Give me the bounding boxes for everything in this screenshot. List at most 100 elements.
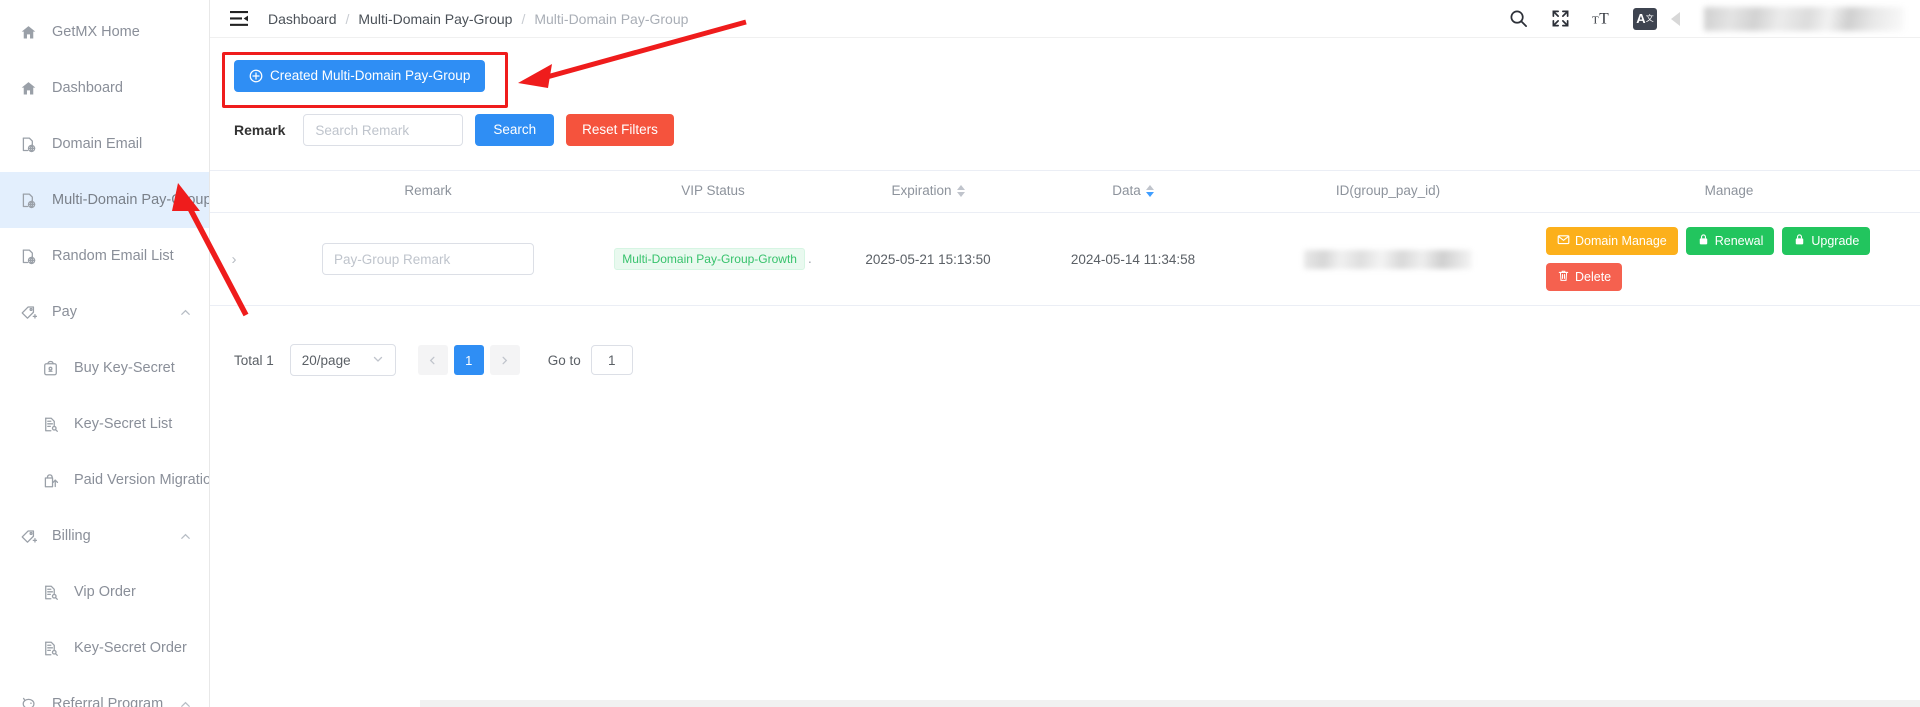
column-header-manage: Manage [1538,170,1920,213]
sidebar-item-buy-key-secret[interactable]: Buy Key-Secret [0,340,209,396]
sidebar-item-domain-email[interactable]: Domain Email [0,116,209,172]
sidebar-item-key-secret-list[interactable]: Key-Secret List [0,396,209,452]
app-root: GetMX Home Dashboard Domain Email Multi-Dom… [0,0,1920,707]
pagination-prev-button[interactable] [417,345,448,375]
sidebar-item-dashboard[interactable]: Dashboard [0,60,209,116]
domain-globe-icon [18,190,38,210]
sidebar-item-label: Vip Order [74,584,136,600]
action-label: Upgrade [1811,233,1860,248]
breadcrumb-item[interactable]: Multi-Domain Pay-Group [358,11,512,27]
sidebar-item-label: Dashboard [52,80,123,96]
create-multi-domain-pay-group-button[interactable]: Created Multi-Domain Pay-Group [234,60,486,92]
breadcrumb-item: Multi-Domain Pay-Group [534,10,689,27]
sidebar-item-getmx-home[interactable]: GetMX Home [0,4,209,60]
column-header-label: ID(group_pay_id) [1335,183,1441,198]
plus-circle-icon [249,69,263,83]
language-switch-button[interactable]: A文 [1633,7,1657,30]
user-panel-caret-icon [1671,11,1680,26]
table-body: › Multi-Domain Pay-Group-Growth. 2025-05… [210,212,1920,306]
action-upgrade-button[interactable]: Upgrade [1782,227,1871,255]
sidebar: GetMX Home Dashboard Domain Email Multi-Dom… [0,0,210,707]
action-label: Renewal [1714,233,1764,248]
sidebar-item-label: Multi-Domain Pay-Group [52,192,210,208]
trash-icon [1557,269,1575,285]
row-expand-cell: › [210,212,258,306]
page-size-select[interactable]: 20/page [289,344,396,376]
action-domain-manage-button[interactable]: Domain Manage [1546,227,1678,255]
sort-indicator-data[interactable] [1145,185,1154,198]
column-header-id: ID(group_pay_id) [1238,170,1538,213]
search-remark-input[interactable] [303,114,464,146]
main-area: Dashboard / Multi-Domain Pay-Group / Multi-D… [210,0,1920,707]
language-letter: A [1636,11,1646,26]
sidebar-item-referral-program[interactable]: Referral Program [0,676,209,707]
piggy-bank-icon [18,694,38,707]
action-delete-button[interactable]: Delete [1546,263,1623,291]
content-area: Created Multi-Domain Pay-Group Remark Se… [210,38,1920,707]
reset-filters-button[interactable]: Reset Filters [566,114,674,146]
row-manage-cell: Domain Manage Renewal Upgrade Delete [1538,212,1920,306]
user-account-blurred[interactable] [1704,6,1904,31]
chevron-up-icon[interactable] [177,528,193,544]
breadcrumb: Dashboard / Multi-Domain Pay-Group / Multi-D… [268,11,688,27]
sidebar-item-label: Paid Version Migration [74,472,210,488]
sidebar-item-paid-version-migration[interactable]: Paid Version Migration [0,452,209,508]
sidebar-item-pay[interactable]: Pay [0,284,209,340]
pagination-goto-input[interactable] [590,345,633,375]
language-sup: 文 [1645,13,1654,23]
doc-key-icon [40,638,60,658]
chevron-right-icon[interactable]: › [232,251,237,268]
sidebar-item-label: Key-Secret List [74,416,173,432]
sidebar-item-key-secret-order[interactable]: Key-Secret Order [0,620,209,676]
topbar-actions: T T A文 [1507,6,1906,31]
page-size-value: 20/page [301,352,351,368]
column-header-label: Remark [404,183,452,198]
sidebar-item-billing[interactable]: Billing [0,508,209,564]
horizontal-scrollbar[interactable] [420,700,1920,707]
pagination-total: Total 1 [234,352,274,368]
pagination-next-button[interactable] [489,345,520,375]
svg-text:T: T [1599,10,1609,27]
column-header-remark: Remark [258,170,598,213]
chevron-up-icon[interactable] [177,304,193,320]
create-button-label: Created Multi-Domain Pay-Group [270,68,471,84]
svg-text:T: T [1592,14,1599,26]
breadcrumb-separator: / [521,10,526,27]
action-label: Delete [1575,269,1612,284]
sidebar-item-label: Key-Secret Order [74,640,187,656]
hamburger-collapse-icon[interactable] [228,8,250,30]
pagination-page-1[interactable]: 1 [453,345,484,375]
sidebar-item-random-email-list[interactable]: Random Email List [0,228,209,284]
row-expiration-cell: 2025-05-21 15:13:50 [828,212,1028,306]
table-header-row: Remark VIP Status Expiration Data ID(group… [210,170,1920,213]
column-header-expiration[interactable]: Expiration [828,170,1028,213]
create-button-row: Created Multi-Domain Pay-Group [210,38,1920,92]
sidebar-item-label: Random Email List [52,248,174,264]
lock-icon [1697,233,1715,249]
search-icon[interactable] [1507,8,1529,30]
action-renewal-button[interactable]: Renewal [1685,227,1775,255]
column-header-data[interactable]: Data [1028,170,1238,213]
column-header-label: Data [1112,183,1141,198]
sidebar-item-label: Domain Email [52,136,143,152]
bag-icon [40,358,60,378]
doc-key-icon [40,414,60,434]
domain-globe-icon [18,246,38,266]
fullscreen-icon[interactable] [1549,8,1571,30]
sidebar-item-label: GetMX Home [52,24,140,40]
chevron-up-icon[interactable] [177,696,193,707]
font-size-icon[interactable]: T T [1591,8,1613,30]
breadcrumb-item[interactable]: Dashboard [268,11,337,27]
row-data-cell: 2024-05-14 11:34:58 [1028,212,1238,306]
status-suffix: . [807,251,812,266]
row-remark-input[interactable] [322,243,534,275]
search-button[interactable]: Search [475,114,555,146]
sidebar-item-vip-order[interactable]: Vip Order [0,564,209,620]
column-header-vip_status: VIP Status [598,170,828,213]
action-label: Domain Manage [1575,233,1667,248]
pagination: Total 1 20/page 1 Go to 1 [210,306,1920,376]
pay-tag-icon [18,302,38,322]
sidebar-item-multi-domain-pay-group[interactable]: Multi-Domain Pay-Group [0,172,209,228]
sort-indicator-expiration[interactable] [956,185,965,198]
upload-bag-icon [40,470,60,490]
